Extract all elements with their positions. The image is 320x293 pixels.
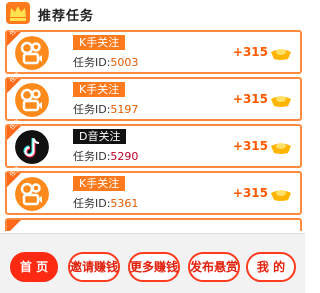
task-card[interactable]: 任务 K手关注 任务ID:5197 +315: [5, 71, 302, 121]
task-reward: +315: [232, 186, 268, 200]
task-card[interactable]: 任务 K手关注 任务ID:5361 +315: [5, 165, 302, 215]
task-id: 任务ID:5361: [73, 197, 139, 210]
nav-invite-button[interactable]: 邀请赚钱: [68, 252, 120, 282]
section-header: 推荐任务: [0, 0, 305, 28]
task-reward: +315: [232, 92, 268, 106]
kuaishou-logo-icon: [15, 177, 49, 211]
task-card-partial[interactable]: [5, 218, 302, 231]
task-card[interactable]: 任务 D音关注 任务ID:5290 +315: [5, 118, 302, 168]
task-id: 任务ID:5290: [73, 150, 139, 163]
task-corner-tag: [7, 220, 21, 231]
gold-ingot-icon: [271, 49, 291, 60]
bottom-nav: 首 页 邀请赚钱 更多赚钱 发布悬赏 我 的: [0, 233, 305, 293]
nav-mine-button[interactable]: 我 的: [246, 252, 296, 282]
task-id: 任务ID:5003: [73, 56, 139, 69]
gold-ingot-icon: [271, 143, 291, 154]
kuaishou-logo-icon: [15, 83, 49, 117]
task-reward: +315: [232, 139, 268, 153]
task-title-badge: K手关注: [73, 35, 126, 50]
task-list[interactable]: 任务 K手关注 任务ID:5003 +315 任务 K手关注 任务ID:5197…: [0, 28, 305, 231]
gold-ingot-icon: [271, 190, 291, 201]
task-title-badge: D音关注: [73, 129, 127, 144]
task-title-badge: K手关注: [73, 82, 126, 97]
task-id: 任务ID:5197: [73, 103, 139, 116]
task-title-badge: K手关注: [73, 176, 126, 191]
gold-ingot-icon: [271, 96, 291, 107]
nav-more-earn-button[interactable]: 更多赚钱: [128, 252, 180, 282]
task-card[interactable]: 任务 K手关注 任务ID:5003 +315: [5, 28, 302, 74]
nav-home-button[interactable]: 首 页: [10, 252, 58, 282]
nav-post-bounty-button[interactable]: 发布悬赏: [188, 252, 240, 282]
section-title: 推荐任务: [38, 9, 95, 24]
douyin-logo-icon: [15, 130, 49, 164]
kuaishou-logo-icon: [15, 36, 49, 70]
crown-icon: [6, 2, 30, 24]
app-screen: 推荐任务 任务 K手关注 任务ID:5003 +315 任务 K手关注 任务ID…: [0, 0, 305, 293]
task-reward: +315: [232, 45, 268, 59]
